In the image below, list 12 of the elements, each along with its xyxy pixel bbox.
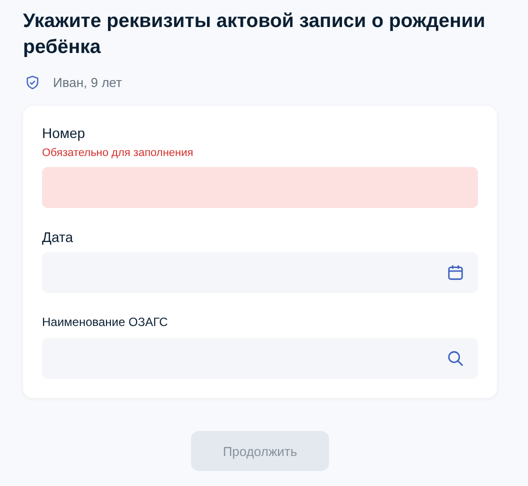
error-message: Обязательно для заполнения: [42, 146, 194, 161]
calendar-icon[interactable]: [447, 264, 464, 281]
field-label: Дата: [42, 228, 74, 247]
search-field[interactable]: [42, 338, 478, 379]
shield-icon: [25, 74, 40, 90]
search-icon[interactable]: [447, 350, 464, 367]
field-label: Наименование ОЗАГС: [42, 314, 169, 331]
input-field[interactable]: [42, 167, 478, 208]
date-field[interactable]: [42, 252, 478, 293]
field-label: Номер: [42, 124, 86, 143]
child-name: Иван, 9 лет: [53, 74, 122, 90]
page-title: Укажите реквизиты актовой записи о рождении ребёнка: [23, 9, 486, 60]
